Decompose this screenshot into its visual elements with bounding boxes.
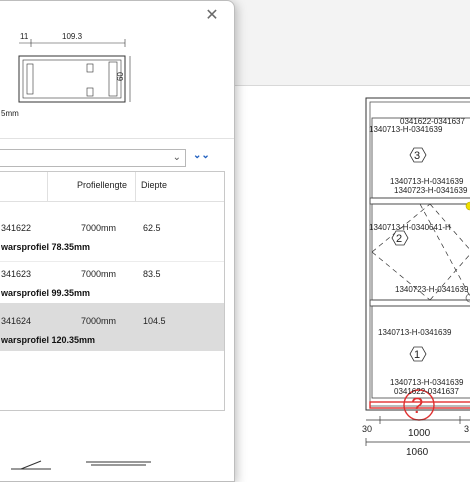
cell-depth: 62.5 xyxy=(143,223,161,233)
row-description: warsprofiel 99.35mm xyxy=(1,288,91,298)
profile-selection-dialog: ✕ 11 109.3 60 5mm ⌄ ⌄⌄ Profiellengte Die… xyxy=(0,0,235,482)
profile-chamber xyxy=(26,63,34,95)
panel-marker-label: 3 xyxy=(414,150,420,162)
profile-label: 1340723-H-0341639 xyxy=(394,186,468,195)
dim-value-right: 3 xyxy=(464,424,469,434)
transom-upper xyxy=(369,197,470,205)
profile-label: 1340713-H-0341639 xyxy=(378,328,452,337)
cell-depth: 104.5 xyxy=(143,316,166,326)
profile-label: 0341622-0341637 xyxy=(394,387,460,396)
column-header-depth[interactable]: Diepte xyxy=(141,180,167,190)
column-divider[interactable] xyxy=(47,172,48,201)
dim-value-center: 1000 xyxy=(408,428,431,439)
row-description: warsprofiel 78.35mm xyxy=(1,242,91,252)
bottom-profile-thumbnails[interactable] xyxy=(1,459,201,471)
double-chevron-down-icon[interactable]: ⌄⌄ xyxy=(193,150,210,161)
cell-code: 341623 xyxy=(1,269,32,279)
chevron-down-icon: ⌄ xyxy=(172,152,181,163)
profile-label: 1340713-H-0341639 xyxy=(390,378,464,387)
profile-cross-section-preview: 11 109.3 60 xyxy=(18,32,131,103)
column-header-length[interactable]: Profiellengte xyxy=(77,180,127,190)
cell-length: 7000mm xyxy=(81,223,117,233)
panel-marker-label: 2 xyxy=(396,233,402,245)
profile-chamber xyxy=(86,87,94,97)
profile-inner xyxy=(22,59,122,99)
panel-marker-label: 1 xyxy=(414,349,420,361)
preview-dim-right: 60 xyxy=(116,72,125,81)
table-row[interactable]: 341623 7000mm 83.5 warsprofiel 99.35mm xyxy=(0,256,224,301)
table-row-selected[interactable]: 341624 7000mm 104.5 warsprofiel 120.35mm xyxy=(0,303,224,351)
profile-table: Profiellengte Diepte 341622 7000mm 62.5 … xyxy=(0,171,225,411)
hinge-marker xyxy=(465,201,470,211)
close-icon[interactable]: ✕ xyxy=(203,7,221,25)
profile-label: 1340713-H-0340641-H xyxy=(369,223,451,232)
dim-value-left: 30 xyxy=(362,424,372,434)
divider xyxy=(0,138,234,139)
cell-code: 341622 xyxy=(1,223,32,233)
column-divider[interactable] xyxy=(135,172,136,201)
cell-length: 7000mm xyxy=(81,316,117,326)
preview-dim-small: 11 xyxy=(20,32,29,41)
table-header: Profiellengte Diepte xyxy=(0,172,224,202)
profile-label: 1340713-H-0341639 xyxy=(369,125,443,134)
help-symbol: ? xyxy=(411,393,423,418)
cell-code: 341624 xyxy=(1,316,32,326)
profile-filter-select[interactable]: ⌄ xyxy=(0,149,186,167)
dim-value-total: 1060 xyxy=(406,447,429,458)
frame-outline xyxy=(365,97,470,411)
cell-depth: 83.5 xyxy=(143,269,161,279)
thumbnail-stroke xyxy=(20,460,42,470)
profile-label: 1340713-H-0341639 xyxy=(390,177,464,186)
table-row[interactable]: 341622 7000mm 62.5 warsprofiel 78.35mm xyxy=(0,210,224,255)
transom-lower xyxy=(369,299,470,307)
profile-label: 1340723-H-0341639 xyxy=(395,285,469,294)
preview-dim-large: 109.3 xyxy=(62,32,83,41)
profile-chamber xyxy=(86,63,94,73)
cell-length: 7000mm xyxy=(81,269,117,279)
row-description: warsprofiel 120.35mm xyxy=(1,335,96,345)
preview-caption: 5mm xyxy=(1,109,19,118)
